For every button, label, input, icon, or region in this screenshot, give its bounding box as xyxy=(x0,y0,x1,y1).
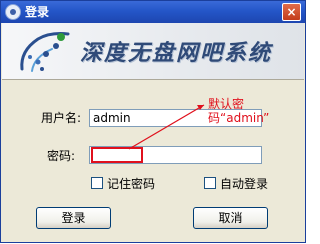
login-button[interactable]: 登录 xyxy=(36,207,111,229)
auto-login-label[interactable]: 自动登录 xyxy=(220,177,268,191)
login-dialog: 登录 × 深度无盘网吧系统 用户名: admin 密码: 默认密码“admin”… xyxy=(0,0,306,243)
remember-password-checkbox[interactable] xyxy=(91,177,103,189)
auto-login-checkbox[interactable] xyxy=(204,177,216,189)
annotation-text: 默认密码“admin” xyxy=(208,97,270,125)
remember-password-label[interactable]: 记住密码 xyxy=(107,177,155,191)
cancel-button[interactable]: 取消 xyxy=(193,207,268,229)
